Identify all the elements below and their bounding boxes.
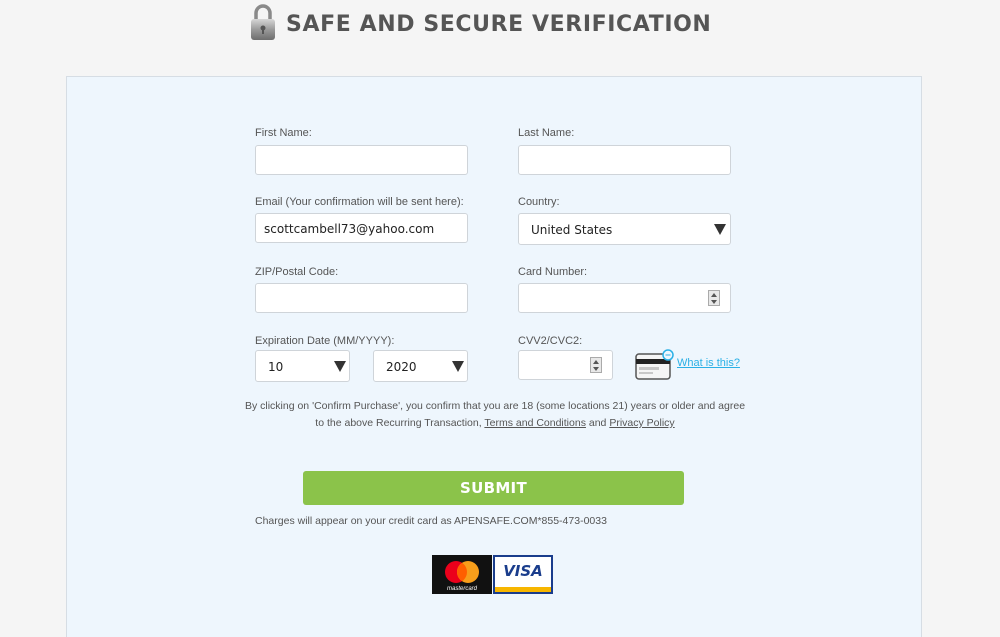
privacy-link[interactable]: Privacy Policy <box>609 417 674 429</box>
visa-badge: VISA <box>495 557 551 592</box>
card-number-label: Card Number: <box>518 266 588 278</box>
cvv-input[interactable] <box>518 350 613 380</box>
consent-text: By clicking on 'Confirm Purchase', you c… <box>240 398 750 432</box>
expiration-year-select[interactable]: 2020 <box>373 350 468 382</box>
card-number-input[interactable] <box>518 283 731 313</box>
first-name-label: First Name: <box>255 127 312 139</box>
mastercard-wordmark: mastercard <box>446 586 477 592</box>
country-label: Country: <box>518 196 560 208</box>
last-name-label: Last Name: <box>518 127 575 139</box>
cvv-label: CVV2/CVC2: <box>518 335 583 347</box>
visa-wordmark: VISA <box>503 562 543 580</box>
chevron-down-icon <box>452 361 464 372</box>
first-name-input[interactable] <box>255 145 468 175</box>
credit-card-back-icon <box>635 349 674 380</box>
chevron-down-icon <box>334 361 346 372</box>
mastercard-logo: mastercard <box>432 555 492 594</box>
terms-link[interactable]: Terms and Conditions <box>484 417 586 429</box>
number-spinner-icon[interactable] <box>708 290 720 306</box>
email-label: Email (Your confirmation will be sent he… <box>255 196 464 208</box>
zip-input[interactable] <box>255 283 468 313</box>
country-value: United States <box>531 223 613 237</box>
charges-note: Charges will appear on your credit card … <box>255 515 607 527</box>
number-spinner-icon[interactable] <box>590 357 602 373</box>
expiration-month-value: 10 <box>268 360 284 374</box>
page-header: SAFE AND SECURE VERIFICATION <box>0 0 1000 60</box>
expiration-month-select[interactable]: 10 <box>255 350 350 382</box>
lock-icon <box>251 4 275 40</box>
zip-label: ZIP/Postal Code: <box>255 266 339 278</box>
expiration-year-value: 2020 <box>386 360 417 374</box>
visa-logo: VISA <box>493 555 553 594</box>
page-title: SAFE AND SECURE VERIFICATION <box>286 12 712 37</box>
cvv-help-link[interactable]: What is this? <box>677 357 740 369</box>
checkout-form-panel <box>66 76 922 637</box>
chevron-down-icon <box>714 224 726 235</box>
email-input[interactable]: scottcambell73@yahoo.com <box>255 213 468 243</box>
country-select[interactable]: United States <box>518 213 731 245</box>
last-name-input[interactable] <box>518 145 731 175</box>
expiration-label: Expiration Date (MM/YYYY): <box>255 335 395 347</box>
email-value: scottcambell73@yahoo.com <box>264 222 435 236</box>
submit-button[interactable]: SUBMIT <box>303 471 684 505</box>
consent-and: and <box>588 417 607 429</box>
